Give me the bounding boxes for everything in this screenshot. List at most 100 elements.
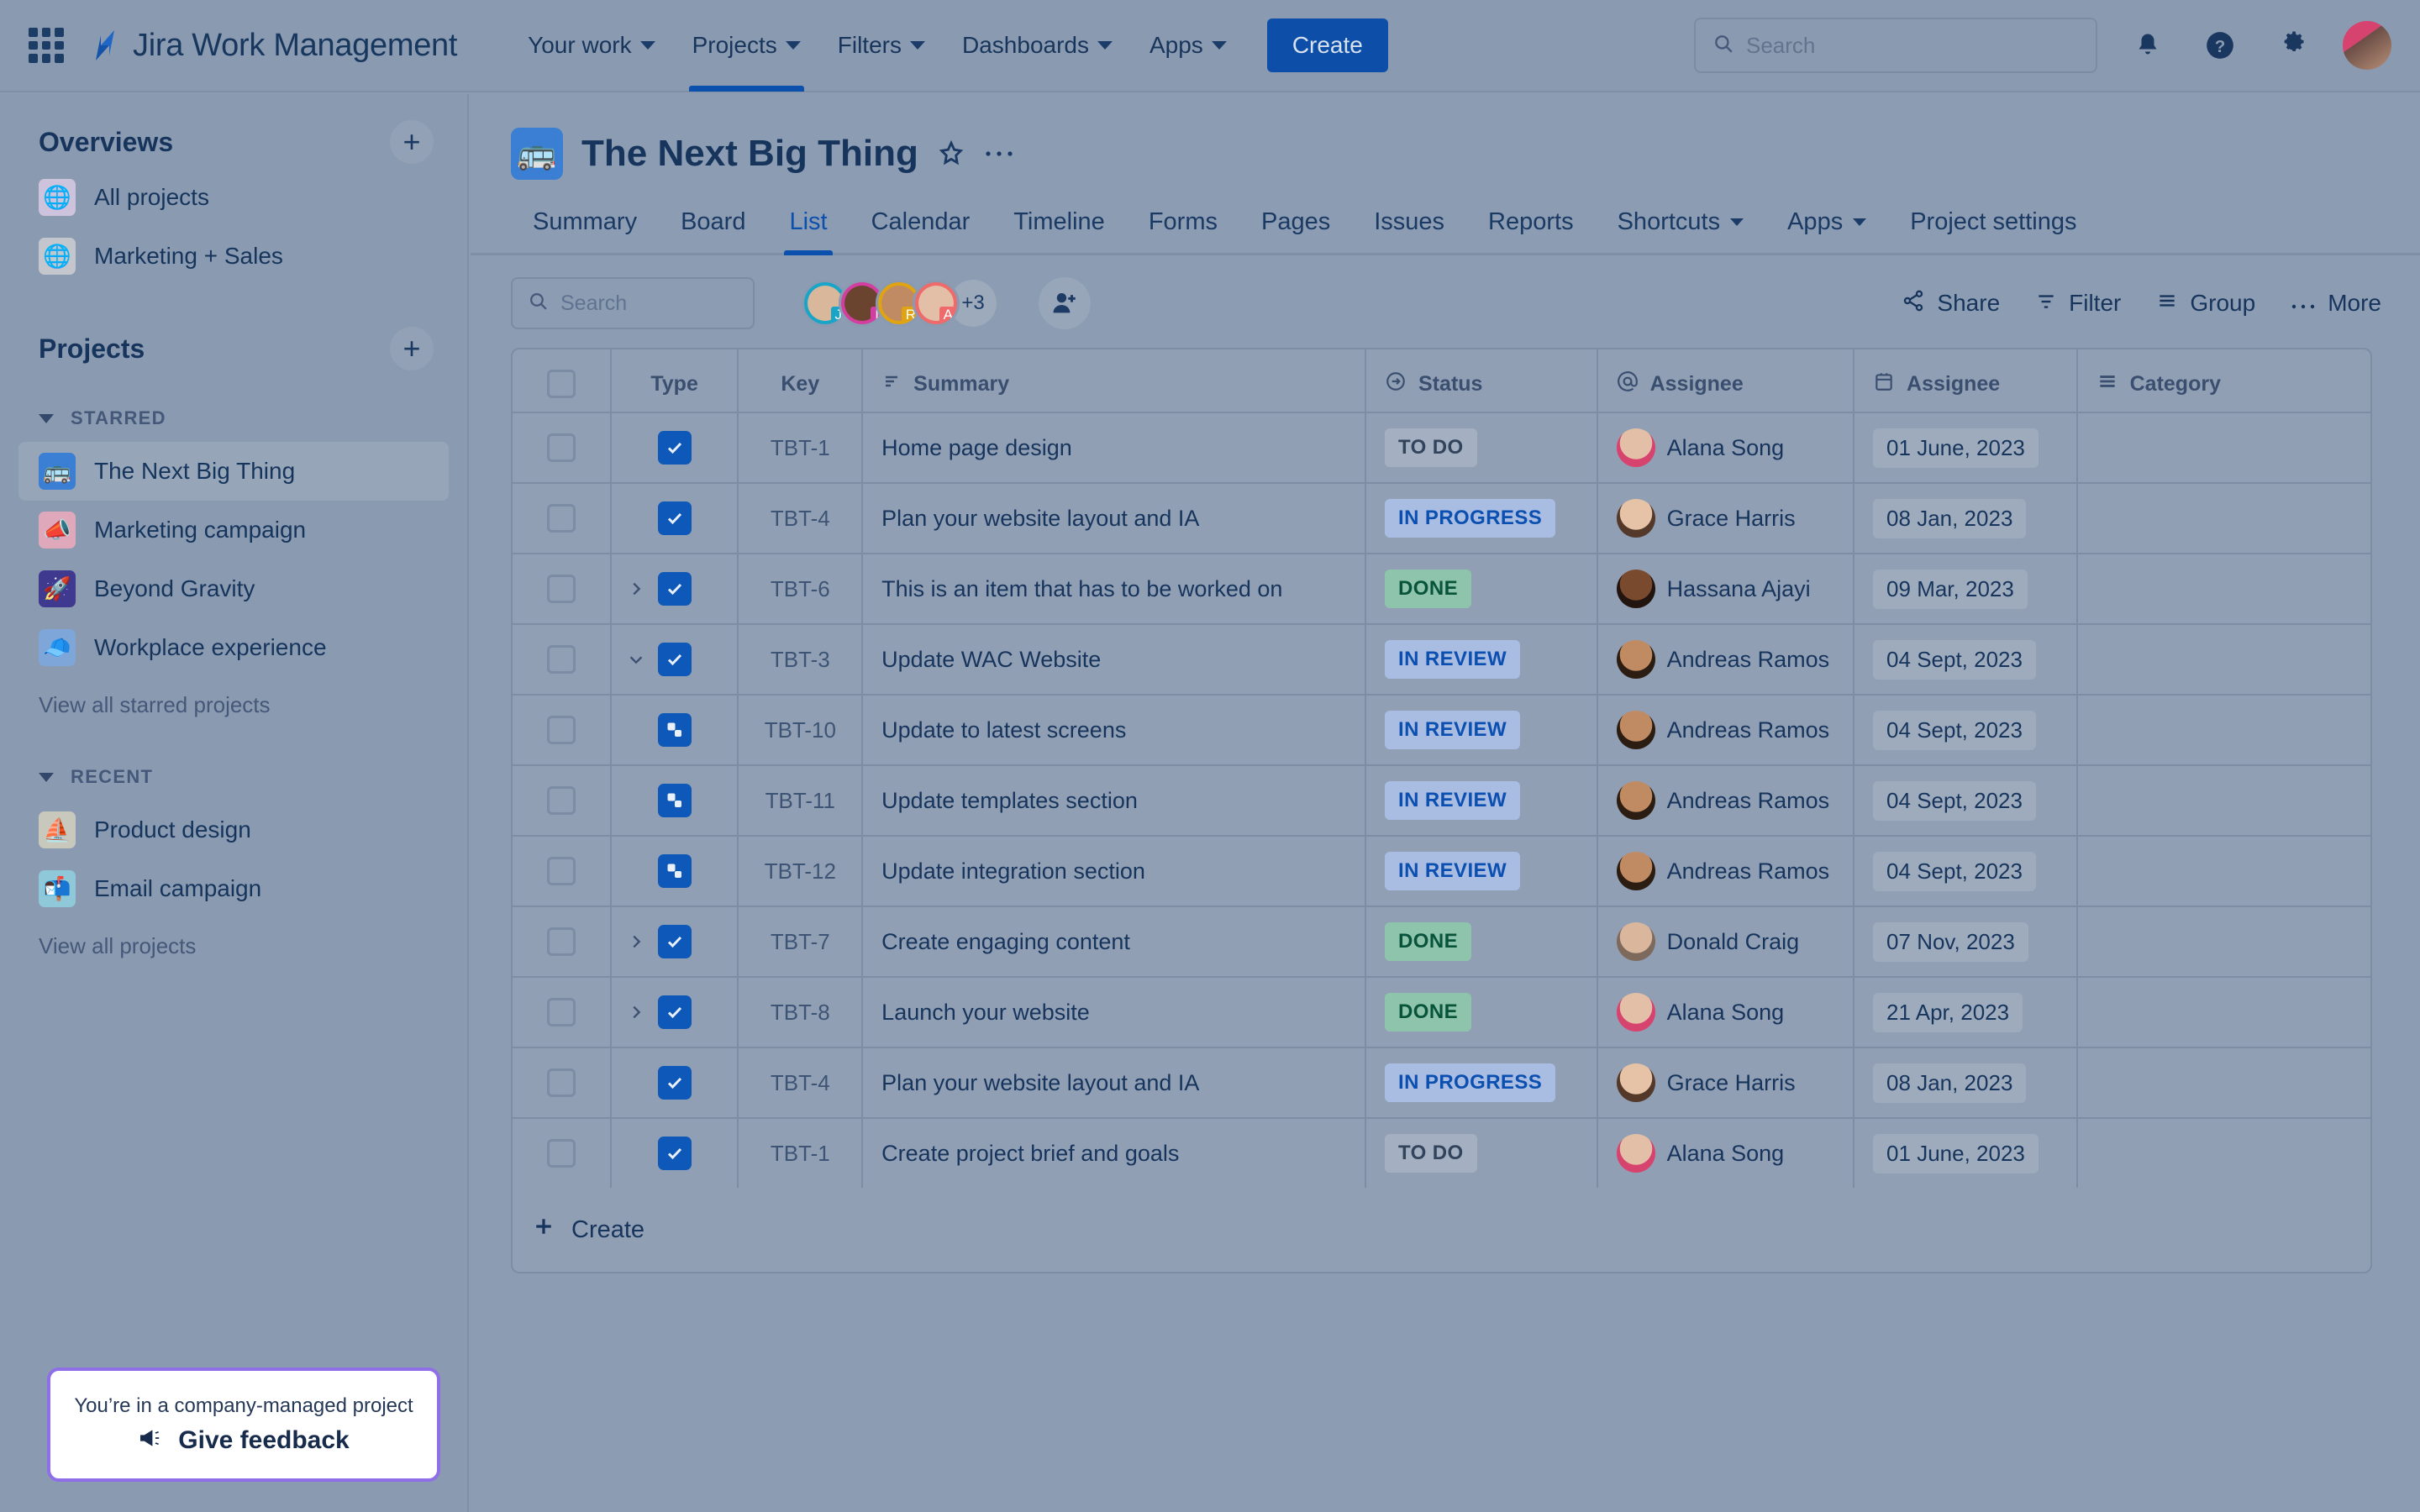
nav-item-your-work[interactable]: Your work [509,0,673,92]
more-button[interactable]: More [2291,290,2381,317]
tab-timeline[interactable]: Timeline [992,198,1127,253]
status-badge[interactable]: IN REVIEW [1385,852,1520,890]
notifications-bell-icon[interactable] [2126,24,2170,67]
row-assignee[interactable]: Andreas Ramos [1598,837,1855,906]
tab-pages[interactable]: Pages [1239,198,1352,253]
row-date[interactable]: 08 Jan, 2023 [1854,484,2078,553]
row-category[interactable] [2078,978,2370,1047]
task-type-icon[interactable] [657,925,692,958]
settings-gear-icon[interactable] [2270,24,2314,67]
row-category[interactable] [2078,413,2370,482]
table-row[interactable]: TBT-12 Update integration section IN REVIE… [513,837,2370,907]
status-badge[interactable]: DONE [1385,993,1471,1032]
star-icon[interactable] [937,139,965,168]
row-category[interactable] [2078,484,2370,553]
table-row[interactable]: TBT-1 Home page design TO DO Alana Song 01 J… [513,413,2370,484]
task-type-icon[interactable] [657,995,692,1029]
row-summary[interactable]: Home page design [863,413,1367,482]
tab-summary[interactable]: Summary [511,198,659,253]
nav-item-apps[interactable]: Apps [1131,0,1245,92]
status-badge[interactable]: IN REVIEW [1385,781,1520,820]
row-date[interactable]: 08 Jan, 2023 [1854,1048,2078,1117]
table-row[interactable]: TBT-4 Plan your website layout and IA IN P… [513,484,2370,554]
row-summary[interactable]: Plan your website layout and IA [863,1048,1367,1117]
list-search-box[interactable] [511,277,755,329]
task-type-icon[interactable] [657,431,692,465]
row-assignee[interactable]: Grace Harris [1598,484,1855,553]
row-category[interactable] [2078,696,2370,764]
expand-toggle-icon[interactable] [627,580,645,598]
row-summary[interactable]: Create project brief and goals [863,1119,1367,1188]
row-category[interactable] [2078,625,2370,694]
create-row[interactable]: Create [513,1188,2370,1272]
expand-toggle-icon[interactable] [627,650,645,669]
row-assignee[interactable]: Hassana Ajayi [1598,554,1855,623]
group-button[interactable]: Group [2156,290,2255,318]
table-row[interactable]: TBT-4 Plan your website layout and IA IN P… [513,1048,2370,1119]
row-date[interactable]: 01 June, 2023 [1854,413,2078,482]
column-header-date[interactable]: Assignee [1854,349,2078,418]
row-category[interactable] [2078,837,2370,906]
create-issue-button[interactable]: Create [513,1188,644,1272]
row-key[interactable]: TBT-10 [739,696,864,764]
row-checkbox[interactable] [513,766,612,835]
expand-toggle-icon[interactable] [627,932,645,951]
table-row[interactable]: TBT-3 Update WAC Website IN REVIEW Andreas … [513,625,2370,696]
column-header-key[interactable]: Key [739,349,864,418]
status-badge[interactable]: TO DO [1385,428,1477,467]
row-assignee[interactable]: Andreas Ramos [1598,766,1855,835]
row-status[interactable]: IN REVIEW [1366,837,1598,906]
row-key[interactable]: TBT-1 [739,413,864,482]
help-icon[interactable]: ? [2198,24,2242,67]
row-checkbox[interactable] [513,413,612,482]
global-search-input[interactable] [1746,32,2079,59]
row-key[interactable]: TBT-11 [739,766,864,835]
row-checkbox[interactable] [513,1119,612,1188]
row-date[interactable]: 21 Apr, 2023 [1854,978,2078,1047]
select-all-checkbox[interactable] [513,349,612,418]
sidebar-item-all-projects[interactable]: 🌐 All projects [18,168,449,227]
row-key[interactable]: TBT-6 [739,554,864,623]
view-all-starred-projects-link[interactable]: View all starred projects [0,692,467,718]
row-checkbox[interactable] [513,907,612,976]
row-status[interactable]: IN REVIEW [1366,696,1598,764]
tab-forms[interactable]: Forms [1127,198,1239,253]
sidebar-item-product-design[interactable]: ⛵ Product design [18,801,449,859]
row-status[interactable]: DONE [1366,554,1598,623]
column-header-category[interactable]: Category [2078,349,2370,418]
row-status[interactable]: TO DO [1366,1119,1598,1188]
row-assignee[interactable]: Andreas Ramos [1598,625,1855,694]
row-date[interactable]: 04 Sept, 2023 [1854,766,2078,835]
row-assignee[interactable]: Alana Song [1598,1119,1855,1188]
row-summary[interactable]: Update WAC Website [863,625,1367,694]
avatar[interactable]: A [913,280,960,327]
add-overview-button[interactable]: + [390,120,434,164]
row-date[interactable]: 04 Sept, 2023 [1854,625,2078,694]
row-summary[interactable]: Update to latest screens [863,696,1367,764]
column-header-assignee[interactable]: Assignee [1598,349,1855,418]
nav-item-dashboards[interactable]: Dashboards [944,0,1131,92]
give-feedback-button[interactable]: Give feedback [138,1426,350,1455]
task-type-icon[interactable] [657,1066,692,1100]
table-row[interactable]: TBT-6 This is an item that has to be work… [513,554,2370,625]
row-checkbox[interactable] [513,554,612,623]
row-assignee[interactable]: Grace Harris [1598,1048,1855,1117]
company-managed-feedback-card[interactable]: You’re in a company-managed project Give… [47,1368,440,1482]
table-row[interactable]: TBT-10 Update to latest screens IN REVIEW A… [513,696,2370,766]
global-search-box[interactable] [1694,18,2097,73]
sidebar-section-recent[interactable]: RECENT [0,753,467,801]
sidebar-item-marketing-sales[interactable]: 🌐 Marketing + Sales [18,227,449,286]
row-date[interactable]: 07 Nov, 2023 [1854,907,2078,976]
tab-list[interactable]: List [767,198,849,255]
task-type-icon[interactable] [657,643,692,676]
column-header-type[interactable]: Type [612,349,739,418]
row-status[interactable]: TO DO [1366,413,1598,482]
sidebar-item-marketing-campaign[interactable]: 📣 Marketing campaign [18,501,449,559]
row-checkbox[interactable] [513,837,612,906]
table-row[interactable]: TBT-8 Launch your website DONE Alana Song 21… [513,978,2370,1048]
row-category[interactable] [2078,1048,2370,1117]
status-badge[interactable]: TO DO [1385,1134,1477,1173]
sidebar-item-the-next-big-thing[interactable]: 🚌 The Next Big Thing [18,442,449,501]
column-header-summary[interactable]: Summary [863,349,1367,418]
row-date[interactable]: 01 June, 2023 [1854,1119,2078,1188]
